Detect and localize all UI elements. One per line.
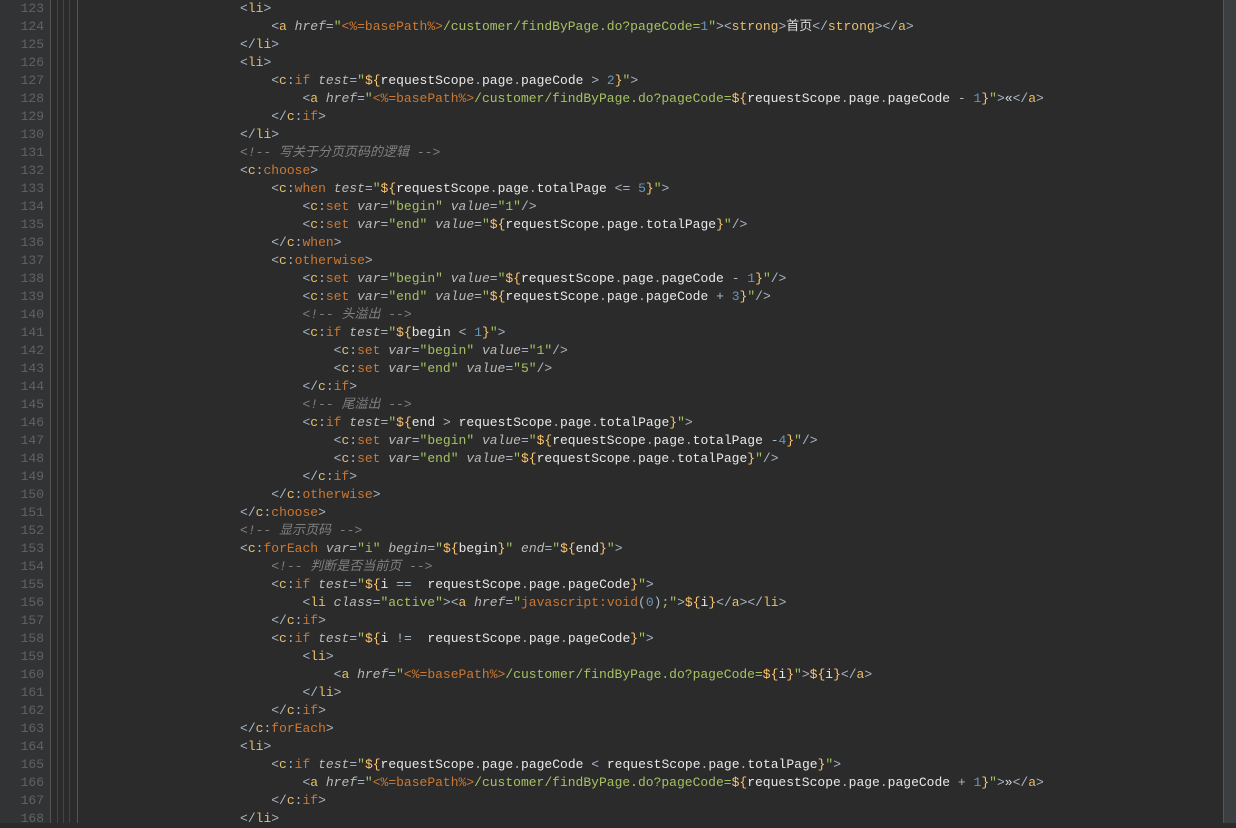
code-line[interactable]: <c:if test="${begin < 1}"> xyxy=(84,324,1223,342)
code-line[interactable]: </c:if> xyxy=(84,612,1223,630)
code-line[interactable]: </c:if> xyxy=(84,792,1223,810)
code-line[interactable]: </c:if> xyxy=(84,378,1223,396)
code-line[interactable]: <c:set var="end" value="${requestScope.p… xyxy=(84,288,1223,306)
code-line[interactable]: </c:choose> xyxy=(84,504,1223,522)
code-line[interactable]: </li> xyxy=(84,36,1223,54)
code-line[interactable]: <c:set var="end" value="${requestScope.p… xyxy=(84,450,1223,468)
code-line[interactable]: <c:when test="${requestScope.page.totalP… xyxy=(84,180,1223,198)
line-number-gutter: 1231241251261271281291301311321331341351… xyxy=(0,0,50,823)
code-line[interactable]: <c:otherwise> xyxy=(84,252,1223,270)
code-line[interactable]: <li> xyxy=(84,648,1223,666)
code-line[interactable]: <a href="<%=basePath%>/customer/findByPa… xyxy=(84,774,1223,792)
code-line[interactable]: <c:if test="${requestScope.page.pageCode… xyxy=(84,756,1223,774)
code-line[interactable]: </c:otherwise> xyxy=(84,486,1223,504)
code-line[interactable]: <a href="<%=basePath%>/customer/findByPa… xyxy=(84,666,1223,684)
scrollbar-vertical[interactable] xyxy=(1224,0,1236,823)
fold-column[interactable] xyxy=(50,0,78,823)
code-line[interactable]: <!-- 写关于分页页码的逻辑 --> xyxy=(84,144,1223,162)
code-line[interactable]: <a href="<%=basePath%>/customer/findByPa… xyxy=(84,90,1223,108)
code-line[interactable]: <!-- 判断是否当前页 --> xyxy=(84,558,1223,576)
code-line[interactable]: <c:set var="begin" value="${requestScope… xyxy=(84,432,1223,450)
code-line[interactable]: <li> xyxy=(84,0,1223,18)
code-line[interactable]: <c:if test="${i == requestScope.page.pag… xyxy=(84,576,1223,594)
code-line[interactable]: <li> xyxy=(84,54,1223,72)
code-line[interactable]: <c:choose> xyxy=(84,162,1223,180)
code-line[interactable]: <li class="active"><a href="javascript:v… xyxy=(84,594,1223,612)
code-line[interactable]: <c:if test="${end > requestScope.page.to… xyxy=(84,414,1223,432)
code-line[interactable]: </li> xyxy=(84,126,1223,144)
code-line[interactable]: </c:forEach> xyxy=(84,720,1223,738)
code-line[interactable]: </c:if> xyxy=(84,108,1223,126)
code-line[interactable]: <c:if test="${i != requestScope.page.pag… xyxy=(84,630,1223,648)
code-line[interactable]: <c:if test="${requestScope.page.pageCode… xyxy=(84,72,1223,90)
code-line[interactable]: <c:set var="begin" value="1"/> xyxy=(84,342,1223,360)
code-line[interactable]: <!-- 头溢出 --> xyxy=(84,306,1223,324)
code-line[interactable]: <!-- 尾溢出 --> xyxy=(84,396,1223,414)
code-line[interactable]: <a href="<%=basePath%>/customer/findByPa… xyxy=(84,18,1223,36)
code-line[interactable]: <c:set var="end" value="${requestScope.p… xyxy=(84,216,1223,234)
code-line[interactable]: <c:set var="end" value="5"/> xyxy=(84,360,1223,378)
code-line[interactable]: </li> xyxy=(84,684,1223,702)
code-line[interactable]: </c:when> xyxy=(84,234,1223,252)
code-area[interactable]: <li> <a href="<%=basePath%>/customer/fin… xyxy=(78,0,1224,823)
code-line[interactable]: <c:set var="begin" value="1"/> xyxy=(84,198,1223,216)
code-line[interactable]: </li> xyxy=(84,810,1223,828)
code-line[interactable]: <c:set var="begin" value="${requestScope… xyxy=(84,270,1223,288)
code-line[interactable]: </c:if> xyxy=(84,468,1223,486)
code-line[interactable]: <c:forEach var="i" begin="${begin}" end=… xyxy=(84,540,1223,558)
code-line[interactable]: </c:if> xyxy=(84,702,1223,720)
code-line[interactable]: <li> xyxy=(84,738,1223,756)
code-editor[interactable]: 1231241251261271281291301311321331341351… xyxy=(0,0,1236,823)
code-line[interactable]: <!-- 显示页码 --> xyxy=(84,522,1223,540)
